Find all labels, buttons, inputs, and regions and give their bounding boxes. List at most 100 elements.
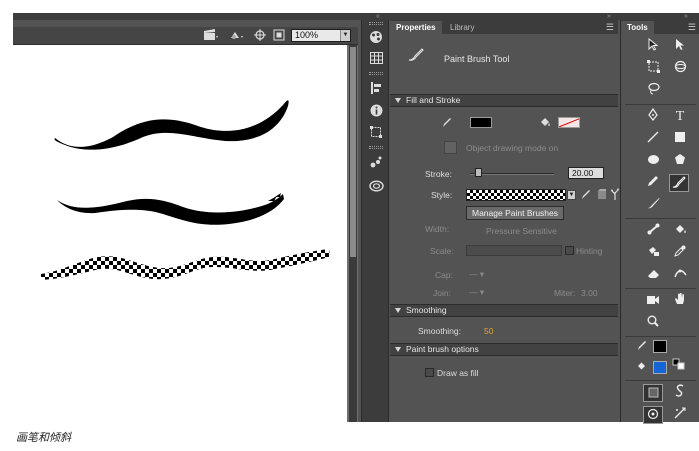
stroke-pencil-icon xyxy=(442,117,452,132)
collapsed-panel-strip xyxy=(361,20,389,422)
panel-grip[interactable] xyxy=(369,146,383,149)
figure-caption: 画笔和倾斜 xyxy=(16,431,71,444)
stroke-label: Stroke: xyxy=(425,169,452,179)
style-preview[interactable] xyxy=(466,189,566,201)
tool-divider xyxy=(625,218,696,219)
chevron-down-icon[interactable]: ▼ xyxy=(567,190,576,200)
swap-colors-icon[interactable] xyxy=(669,358,689,376)
paint-brush-icon xyxy=(408,48,424,65)
scale-select[interactable] xyxy=(466,245,562,256)
cap-select[interactable]: — ▾ xyxy=(469,269,484,280)
swatches-icon[interactable] xyxy=(368,52,384,66)
symbol-shape-icon[interactable] xyxy=(229,29,245,42)
3d-rotation-tool-icon[interactable] xyxy=(670,60,690,78)
zoom-select[interactable]: 100% ▼ xyxy=(291,29,351,42)
straighten-icon[interactable] xyxy=(670,406,690,424)
center-stage-icon[interactable] xyxy=(253,29,267,42)
color-wheel-icon[interactable] xyxy=(368,30,384,44)
stroke-value-field[interactable]: 20.00 xyxy=(568,167,604,179)
panel-menu-icon[interactable]: ☰ xyxy=(606,22,614,32)
pencil-tool-icon[interactable] xyxy=(643,174,663,192)
smoothing-label: Smoothing: xyxy=(418,326,461,336)
stage-toolbar: 100% ▼ xyxy=(13,27,358,45)
stroke-color-swatch[interactable] xyxy=(470,117,492,128)
collapse-arrows-icon[interactable]: » xyxy=(607,13,611,20)
brush-stroke-solid-thin xyxy=(57,194,284,225)
polystar-tool-icon[interactable] xyxy=(670,152,690,170)
panel-grip[interactable] xyxy=(369,22,383,25)
text-tool-icon[interactable]: T xyxy=(670,108,690,126)
creative-cloud-libraries-icon[interactable] xyxy=(368,180,384,194)
snap-to-objects-icon[interactable] xyxy=(643,406,663,424)
miter-value[interactable]: 3.00 xyxy=(581,288,598,298)
fill-color-swatch[interactable] xyxy=(558,117,580,128)
stroke-slider-track[interactable] xyxy=(470,173,554,175)
tool-divider xyxy=(625,336,696,337)
pen-tool-icon[interactable] xyxy=(643,107,663,126)
hinting-label: Hinting xyxy=(576,246,603,256)
smoothing-s-icon[interactable] xyxy=(670,384,690,402)
stage-canvas[interactable] xyxy=(13,45,347,422)
object-drawing-icon[interactable] xyxy=(444,141,457,154)
panel-menu-icon[interactable]: ☰ xyxy=(688,22,696,32)
section-fill-stroke[interactable]: Fill and Stroke xyxy=(390,94,618,107)
stroke-slider-thumb[interactable] xyxy=(475,168,482,177)
lasso-tool-icon[interactable] xyxy=(643,82,663,100)
brush-tree-icon[interactable] xyxy=(611,188,619,204)
align-icon[interactable] xyxy=(368,82,384,96)
paint-brush-tool-icon[interactable] xyxy=(669,174,689,192)
section-smoothing[interactable]: Smoothing xyxy=(390,304,618,317)
panel-grip[interactable] xyxy=(369,72,383,75)
join-label: Join: xyxy=(433,288,451,298)
object-drawing-mode-icon[interactable] xyxy=(643,384,663,402)
selection-tool-icon[interactable] xyxy=(643,37,663,56)
bone-tool-icon[interactable] xyxy=(643,222,663,240)
tools-stroke-color-swatch[interactable] xyxy=(653,340,667,353)
smoothing-value[interactable]: 50 xyxy=(484,326,493,336)
ink-bottle-tool-icon[interactable] xyxy=(643,244,663,262)
collapse-arrows-icon[interactable]: « xyxy=(376,13,380,20)
style-edit-pencil-icon[interactable] xyxy=(581,189,591,204)
section-paint-brush-options[interactable]: Paint brush options xyxy=(390,343,618,356)
tool-divider xyxy=(625,104,696,105)
brush-library-icon[interactable] xyxy=(597,189,607,204)
eraser-tool-icon[interactable] xyxy=(643,266,663,284)
tab-tools[interactable]: Tools xyxy=(621,21,654,34)
stage-vertical-scrollbar[interactable] xyxy=(349,45,357,422)
tools-fill-color-swatch[interactable] xyxy=(653,361,667,374)
subselection-tool-icon[interactable] xyxy=(670,38,690,56)
width-tool-icon[interactable] xyxy=(670,266,690,284)
tab-library[interactable]: Library xyxy=(444,21,480,34)
draw-as-fill-checkbox[interactable] xyxy=(425,368,434,377)
miter-label: Miter: xyxy=(554,288,576,298)
paint-bucket-tool-icon[interactable] xyxy=(670,222,690,240)
hinting-checkbox[interactable] xyxy=(565,246,574,255)
tab-properties[interactable]: Properties xyxy=(390,21,442,34)
free-transform-tool-icon[interactable] xyxy=(643,60,663,78)
camera-tool-icon[interactable] xyxy=(643,292,663,310)
brush-tool-icon[interactable] xyxy=(643,196,663,214)
collapse-arrows-icon[interactable]: » xyxy=(684,13,688,20)
scrollbar-thumb[interactable] xyxy=(350,47,356,257)
zoom-tool-icon[interactable] xyxy=(643,314,663,332)
transform-icon[interactable] xyxy=(368,126,384,140)
join-select[interactable]: — ▾ xyxy=(469,287,484,298)
tool-divider xyxy=(625,380,696,381)
zoom-value: 100% xyxy=(295,30,319,40)
stroke-color-pencil-icon xyxy=(635,338,649,356)
line-tool-icon[interactable] xyxy=(643,130,663,148)
oval-tool-icon[interactable] xyxy=(643,152,663,170)
style-label: Style: xyxy=(431,190,453,200)
hand-tool-icon[interactable] xyxy=(670,292,690,310)
scene-clapper-icon[interactable] xyxy=(203,29,219,42)
components-icon[interactable] xyxy=(368,156,384,170)
eyedropper-tool-icon[interactable] xyxy=(670,244,690,262)
tools-tabs: Tools ☰ xyxy=(621,20,699,34)
manage-paint-brushes-button[interactable]: Manage Paint Brushes xyxy=(466,206,564,220)
info-icon[interactable] xyxy=(368,104,384,118)
chevron-down-icon[interactable]: ▼ xyxy=(340,30,350,41)
cap-label: Cap: xyxy=(435,270,453,280)
clip-content-icon[interactable] xyxy=(272,29,286,42)
rectangle-tool-icon[interactable] xyxy=(670,130,690,148)
paint-bucket-icon xyxy=(539,116,551,132)
